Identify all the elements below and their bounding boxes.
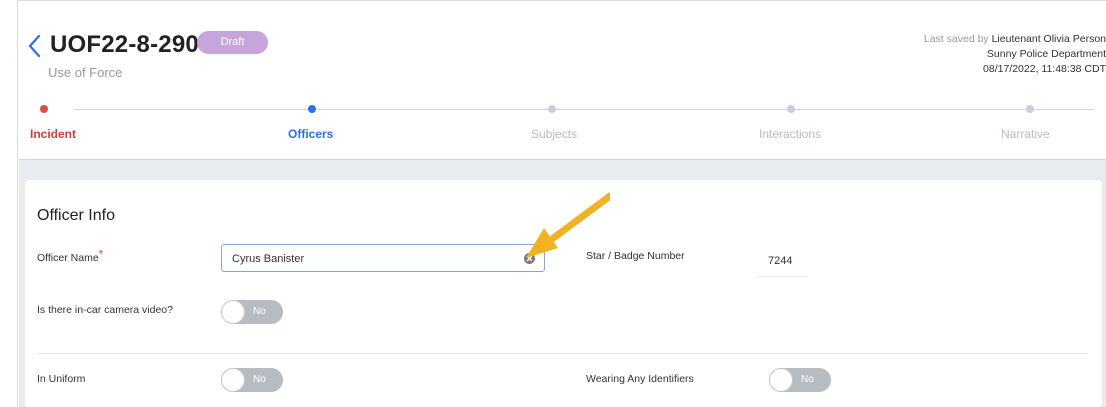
annotation-arrow-icon — [526, 192, 610, 258]
camera-video-label: Is there in-car camera video? — [37, 304, 173, 316]
toggle-knob — [221, 300, 245, 324]
last-saved-info: Last saved by Lieutenant Olivia Person S… — [924, 32, 1106, 77]
toggle-knob — [769, 368, 793, 392]
camera-video-toggle[interactable]: No — [221, 300, 283, 324]
case-type: Use of Force — [48, 65, 123, 80]
window-left-edge — [0, 0, 18, 407]
stepper-track — [74, 109, 1094, 110]
officer-name-input[interactable]: Cyrus Banister — [221, 244, 545, 272]
in-uniform-label: In Uniform — [37, 373, 86, 385]
identifiers-toggle[interactable]: No — [769, 368, 831, 392]
section-divider — [37, 353, 1088, 354]
status-badge: Draft — [197, 31, 268, 54]
step-dot-subjects[interactable] — [548, 105, 556, 113]
officer-name-label-text: Officer Name — [37, 252, 99, 264]
window-top-edge — [18, 0, 1106, 14]
saved-timestamp: 08/17/2022, 11:48:38 CDT — [983, 63, 1106, 75]
badge-number-underline — [757, 276, 807, 277]
identifiers-label: Wearing Any Identifiers — [586, 373, 694, 385]
step-dot-officers[interactable] — [308, 105, 316, 113]
toggle-knob — [221, 368, 245, 392]
step-incident[interactable]: Incident — [30, 127, 76, 141]
step-dot-incident[interactable] — [40, 105, 48, 113]
step-officers[interactable]: Officers — [288, 127, 333, 141]
required-asterisk: * — [98, 247, 104, 261]
toggle-label: No — [253, 306, 266, 317]
department: Sunny Police Department — [986, 48, 1106, 60]
last-saved-prefix: Last saved by — [923, 33, 989, 45]
step-dot-narrative[interactable] — [1026, 105, 1034, 113]
case-id: UOF22-8-290 — [50, 31, 199, 58]
toggle-label: No — [801, 374, 814, 385]
toggle-label: No — [253, 374, 266, 385]
report-header: UOF22-8-290 Draft Use of Force Last save… — [18, 14, 1106, 159]
officer-info-title: Officer Info — [37, 207, 115, 224]
in-uniform-toggle[interactable]: No — [221, 368, 283, 392]
last-saved-by: Lieutenant Olivia Person — [991, 33, 1106, 45]
step-subjects[interactable]: Subjects — [531, 127, 577, 141]
badge-number-value[interactable]: 7244 — [768, 255, 792, 267]
officer-name-label: Officer Name* — [37, 247, 104, 264]
progress-stepper: Incident Officers Subjects Interactions … — [18, 102, 1106, 142]
officer-name-value: Cyrus Banister — [232, 253, 305, 265]
step-interactions[interactable]: Interactions — [759, 127, 821, 141]
step-narrative[interactable]: Narrative — [1001, 127, 1050, 141]
back-chevron-icon[interactable] — [24, 33, 46, 59]
step-dot-interactions[interactable] — [787, 105, 795, 113]
